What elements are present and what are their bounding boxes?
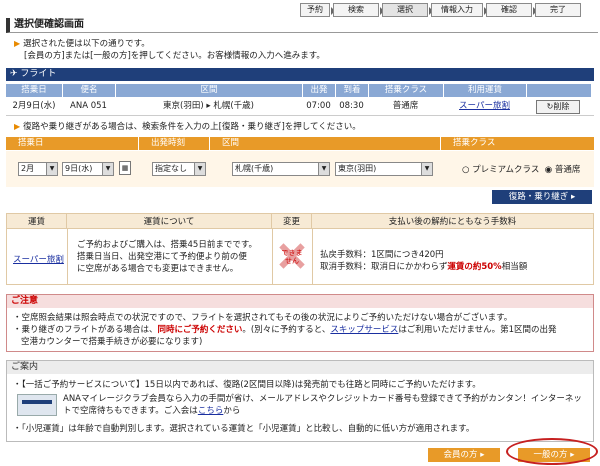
flight-section-header: ✈ フライト: [6, 68, 594, 81]
fare-head-fees: 支払い後の解約にともなう手数料: [312, 214, 593, 228]
flight-arr-time: 08:30: [339, 101, 364, 111]
flight-row: 2月9日(水) ANA 051 東京(羽田) ▸ 札幌(千歳) 07:00 08…: [6, 98, 594, 116]
notice-title: ご注意: [7, 295, 593, 308]
no-change-icon: できません: [277, 241, 307, 271]
label-time: 出発時刻: [139, 137, 209, 150]
intro-line-2: [会員の方]または[一般の方]を押してください。お客様情報の入力へ進みます。: [24, 51, 325, 61]
return-connection-button[interactable]: 復路・乗り継ぎ ▸: [492, 190, 592, 204]
flight-class: 普通席: [392, 101, 419, 111]
dropdown-arrow-icon: ▼: [102, 163, 113, 175]
notice-line-1: ・空席照会結果は照会時点での状況ですので、フライトを選択されてもその後の状況によ…: [13, 313, 513, 323]
fare-table-row: スーパー旅割 ご予約およびご購入は、搭乗45日前までです。 搭乗日当日、出発空港…: [6, 229, 594, 285]
arrow-icon: ▶: [14, 39, 21, 48]
premium-label: プレミアムクラス: [472, 165, 540, 175]
notice-line-2: ・乗り継ぎのフライトがある場合は、同時にご予約ください。(別々に予約すると、スキ…: [13, 325, 557, 335]
dropdown-arrow-icon: ▼: [46, 163, 57, 175]
step-reserve: 予約: [300, 3, 335, 17]
step-indicator: 予約 検索 選択 情報入力 確認 完了: [300, 3, 584, 17]
divider: [312, 229, 313, 285]
divider: [272, 229, 273, 285]
search-note: ▶ 復路や乗り継ぎがある場合は、検索条件を入力の上[復路・乗り継ぎ]を押してくださ…: [14, 122, 361, 132]
page-title: 選択便確認画面: [6, 18, 598, 33]
chevron-right-icon: ▸: [480, 450, 485, 460]
signup-link[interactable]: こちら: [198, 406, 224, 416]
fare-link[interactable]: スーパー旅割: [443, 98, 526, 115]
info-line-1: ・【一括ご予約サービスについて】15日以内であれば、復路(2区間目以降)は発売前…: [13, 380, 481, 390]
arrow-icon: ▶: [14, 122, 21, 131]
ana-card-icon: [17, 394, 57, 416]
flight-column-headers: 搭乗日 便名 区間 出発 到着 搭乗クラス 利用運賃: [6, 84, 594, 97]
col-arr: 到着: [336, 84, 368, 97]
divider: [67, 229, 68, 285]
fare-head-change: 変更: [272, 214, 312, 228]
flight-dep-time: 07:00: [306, 101, 331, 111]
month-select[interactable]: 2月 ▼: [18, 162, 58, 176]
fare-head-name: 運賃: [7, 214, 67, 228]
info-box: ご案内 ・【一括ご予約サービスについて】15日以内であれば、復路(2区間目以降)…: [6, 360, 594, 442]
fare-desc-2: 搭乗日当日、出発空港にて予約便より前の便: [77, 252, 247, 262]
dropdown-arrow-icon: ▼: [194, 163, 205, 175]
label-route: 区間: [210, 137, 440, 150]
notice-box: ご注意 ・空席照会結果は照会時点での状況ですので、フライトを選択されてもその後の…: [6, 294, 594, 352]
col-fare: 利用運賃: [444, 84, 526, 97]
refund-fee: 払戻手数料：1区間につき420円: [320, 250, 444, 260]
fare-desc-3: に空席がある場合でも変更はできません。: [77, 264, 239, 274]
step-confirm: 確認: [486, 3, 537, 17]
col-action: [527, 84, 591, 97]
fare-desc-1: ご予約およびご購入は、搭乗45日前までです。: [77, 240, 257, 250]
fare-name-link[interactable]: スーパー旅割: [13, 253, 64, 265]
intro-line-1: ▶ 選択された便は以下の通りです。: [14, 39, 150, 49]
step-select: 選択: [382, 3, 433, 17]
step-complete: 完了: [535, 3, 581, 17]
notice-line-3: 空港カウンターで搭乗手続きが必要になります): [21, 337, 203, 347]
col-flight-no: 便名: [63, 84, 115, 97]
highlight-ellipse: [506, 438, 598, 465]
dropdown-arrow-icon: ▼: [318, 163, 329, 175]
no-change-text: できません: [281, 249, 303, 265]
col-date: 搭乗日: [6, 84, 62, 97]
info-line-4: ・「小児運賃」は年齢で自動判別します。選択されている運賃と「小児運賃」と比較し、…: [13, 424, 475, 434]
fare-table-header: 運賃 運賃について 変更 支払い後の解約にともなう手数料: [6, 213, 594, 229]
flight-number: ANA 051: [70, 101, 107, 111]
col-dep: 出発: [303, 84, 335, 97]
economy-label: 普通席: [554, 165, 581, 175]
radio-premium[interactable]: ○: [462, 165, 469, 175]
to-select[interactable]: 東京(羽田) ▼: [335, 162, 433, 176]
calendar-icon[interactable]: ▦: [119, 161, 131, 175]
cancel-fee: 取消手数料：取消日にかかわらず運賃の約50%相当額: [320, 262, 528, 272]
col-class: 搭乗クラス: [369, 84, 443, 97]
radio-economy[interactable]: ◉: [545, 165, 552, 175]
flight-route: 東京(羽田) ▸ 札幌(千歳): [163, 101, 254, 111]
delete-cell: ↻削除: [526, 98, 590, 115]
skip-service-link[interactable]: スキップサービス: [330, 325, 398, 335]
flight-date: 2月9日(水): [12, 101, 56, 111]
chevron-right-icon: ▸: [570, 192, 576, 202]
delete-button[interactable]: ↻削除: [536, 100, 580, 114]
from-select[interactable]: 札幌(千歳) ▼: [232, 162, 330, 176]
step-search: 検索: [333, 3, 384, 17]
col-route: 区間: [116, 84, 302, 97]
label-date: 搭乗日: [6, 137, 138, 150]
member-button[interactable]: 会員の方 ▸: [428, 448, 500, 462]
info-title: ご案内: [7, 361, 593, 374]
step-info-input: 情報入力: [431, 3, 488, 17]
info-line-2: ANAマイレージクラブ会員なら入力の手間が省け、メールアドレスやクレジットカード…: [63, 394, 582, 404]
fare-head-about: 運賃について: [67, 214, 272, 228]
search-headers: 搭乗日 出発時刻 区間 搭乗クラス: [6, 137, 594, 150]
airplane-icon: ✈: [10, 69, 18, 79]
label-class: 搭乗クラス: [441, 137, 594, 150]
time-select[interactable]: 指定なし ▼: [152, 162, 206, 176]
day-select[interactable]: 9日(水) ▼: [62, 162, 114, 176]
info-line-3: トで空席待ちもできます。ご入会はこちらから: [63, 406, 241, 416]
dropdown-arrow-icon: ▼: [421, 163, 432, 175]
class-radio-group: ○ プレミアムクラス ◉ 普通席: [462, 163, 580, 175]
